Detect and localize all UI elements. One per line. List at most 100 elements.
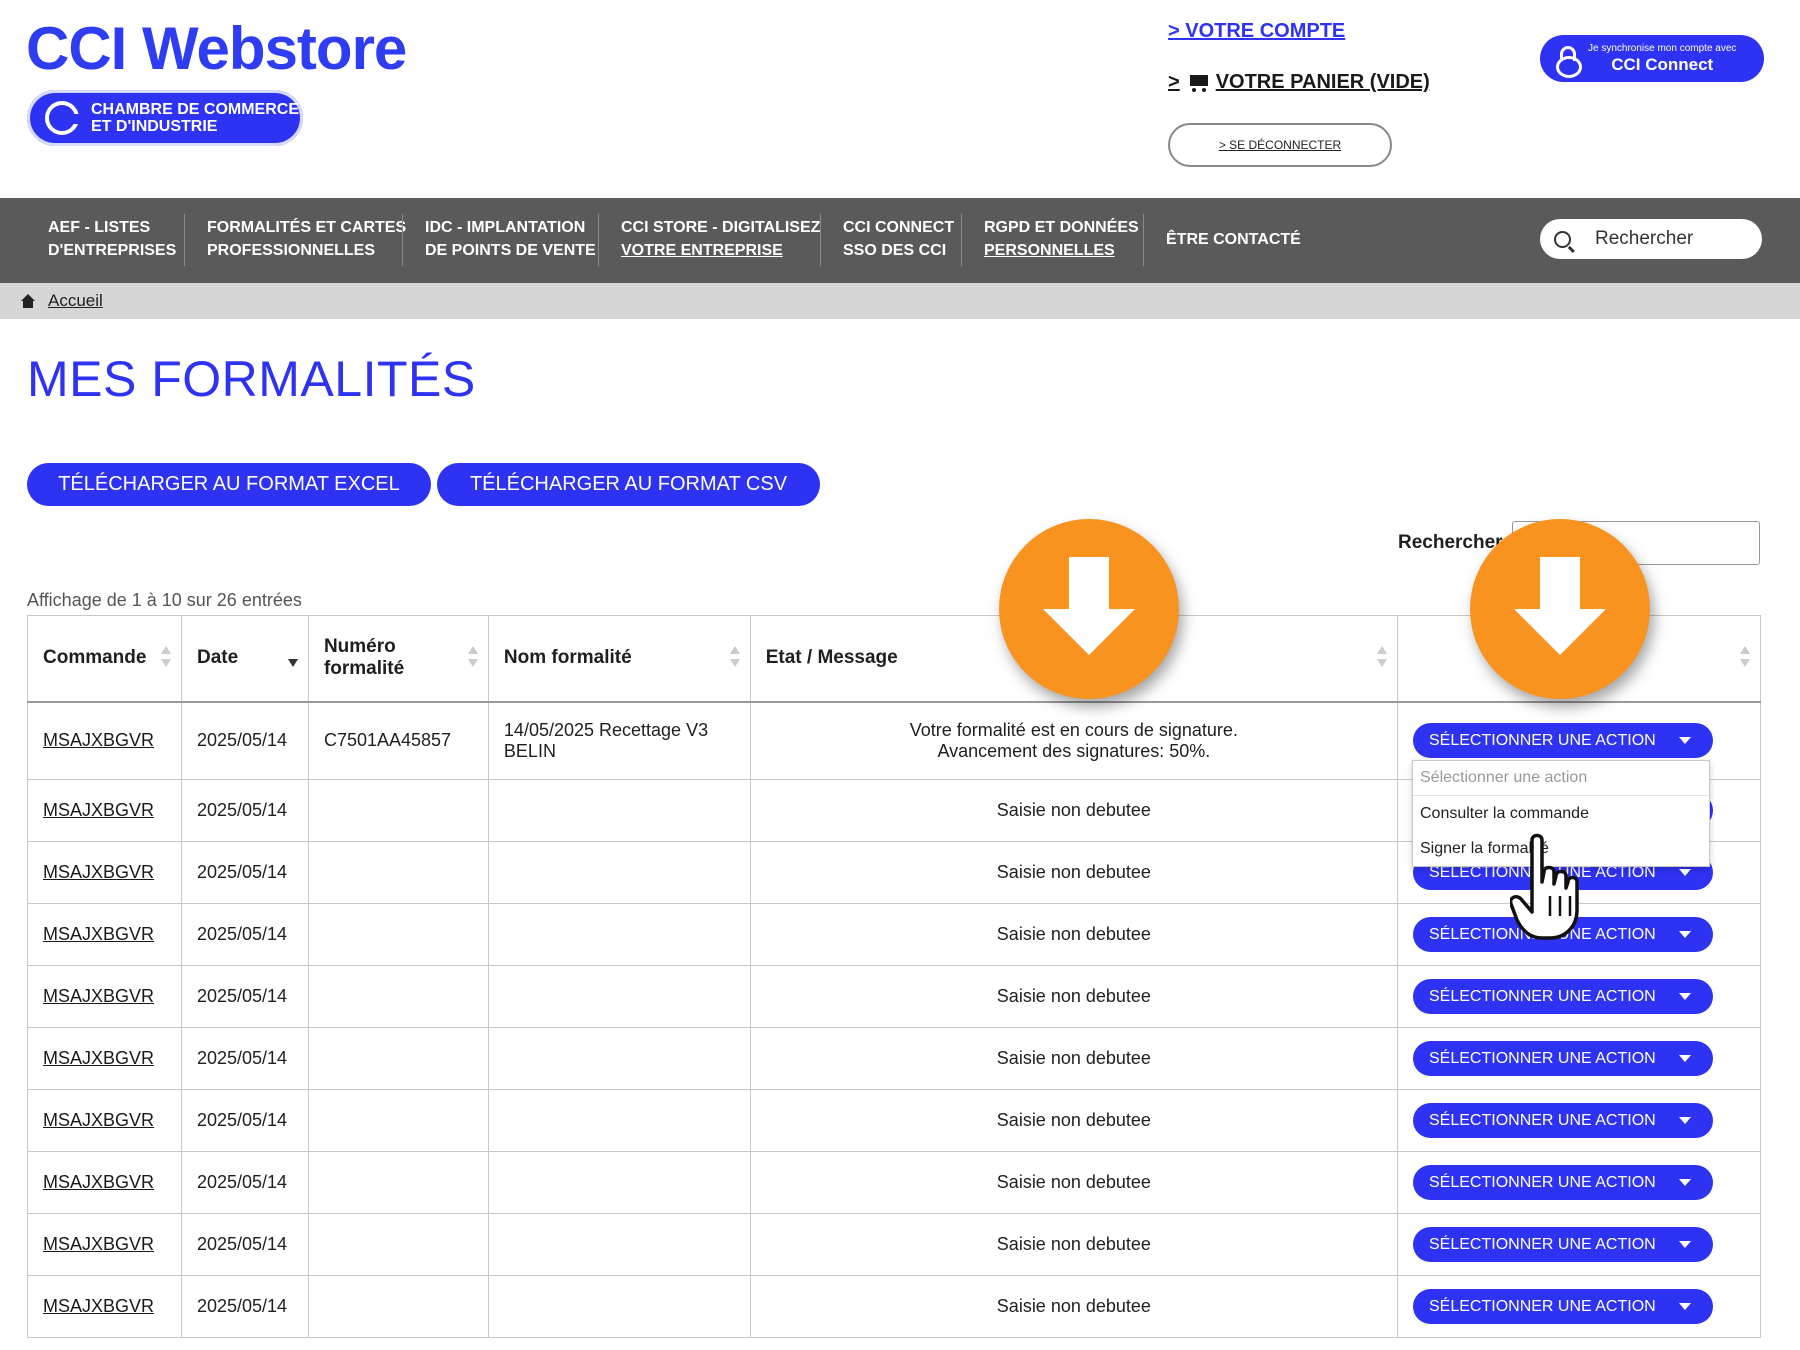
etat-line: Votre formalité est en cours de signatur… [909, 719, 1238, 740]
arrow-shaft [1540, 557, 1580, 613]
caret-down-icon [1679, 1179, 1691, 1186]
nav-item-label: ÊTRE CONTACTÉ [1166, 231, 1301, 248]
numero-cell [307, 841, 489, 904]
dropdown-option-consulter[interactable]: Consulter la commande [1413, 796, 1709, 831]
logout-button[interactable]: > SE DÉCONNECTER [1168, 123, 1392, 167]
etat-cell: Saisie non debutee [749, 1275, 1399, 1338]
nom-cell [487, 779, 751, 842]
nav-item-label: DE POINTS DE VENTE [425, 242, 596, 259]
header-label: Numéro [323, 636, 396, 658]
table-row: MSAJXBGVR 2025/05/14 Saisie non debutee … [27, 903, 1761, 966]
badge-line-1: CHAMBRE DE COMMERCE [91, 101, 299, 118]
nav-separator [820, 214, 821, 266]
numero-cell [307, 903, 489, 966]
caret-down-icon [1679, 869, 1691, 876]
commande-link[interactable]: MSAJXBGVR [43, 1296, 154, 1316]
nom-cell [487, 841, 751, 904]
etat-line: Avancement des signatures: 50%. [937, 740, 1211, 761]
numero-cell [307, 1275, 489, 1338]
date-cell: 2025/05/14 [180, 1027, 309, 1090]
nav-item-label: SSO DES CCI [843, 242, 947, 259]
search-icon[interactable] [1554, 230, 1571, 248]
commande-link[interactable]: MSAJXBGVR [43, 730, 154, 750]
caret-down-icon [1679, 1055, 1691, 1062]
nav-item-cci-connect[interactable]: CCI CONNECT SSO DES CCI [843, 216, 954, 262]
cci-logo-icon [45, 101, 81, 135]
nom-line: BELIN [503, 740, 556, 761]
nav-item-rgpd[interactable]: RGPD ET DONNÉES PERSONNELLES [984, 216, 1139, 262]
nav-item-cci-store[interactable]: CCI STORE - DIGITALISEZ VOTRE ENTREPRISE [621, 216, 820, 262]
cci-connect-text: Je synchronise mon compte avec CCI Conne… [1588, 43, 1736, 75]
select-action-button[interactable]: SÉLECTIONNER UNE ACTION [1413, 979, 1713, 1014]
select-action-button[interactable]: SÉLECTIONNER UNE ACTION [1413, 1103, 1713, 1138]
site-logo-title[interactable]: CCI Webstore [26, 14, 407, 83]
etat-cell: Saisie non debutee [749, 903, 1399, 966]
nom-cell [487, 1213, 751, 1276]
header-commande[interactable]: Commande [27, 615, 182, 702]
commande-link[interactable]: MSAJXBGVR [43, 986, 154, 1006]
table-row: MSAJXBGVR 2025/05/14 Saisie non debutee … [27, 1275, 1761, 1338]
select-action-button[interactable]: SÉLECTIONNER UNE ACTION [1413, 1165, 1713, 1200]
nav-item-label: FORMALITÉS ET CARTES [207, 219, 407, 236]
commande-link[interactable]: MSAJXBGVR [43, 1048, 154, 1068]
nav-item-label: AEF - LISTES [48, 219, 151, 236]
table-row: MSAJXBGVR 2025/05/14 Saisie non debutee … [27, 1089, 1761, 1152]
header-nom[interactable]: Nom formalité [487, 615, 751, 702]
select-action-button[interactable]: SÉLECTIONNER UNE ACTION [1413, 1227, 1713, 1262]
date-cell: 2025/05/14 [180, 701, 309, 780]
cart-prefix: > [1168, 71, 1180, 93]
download-csv-button[interactable]: TÉLÉCHARGER AU FORMAT CSV [437, 463, 820, 506]
nav-search-box[interactable]: Rechercher [1540, 219, 1762, 259]
download-excel-button[interactable]: TÉLÉCHARGER AU FORMAT EXCEL [27, 463, 431, 506]
numero-cell: C7501AA45857 [307, 701, 489, 780]
commande-link[interactable]: MSAJXBGVR [43, 1172, 154, 1192]
cci-connect-button[interactable]: Je synchronise mon compte avec CCI Conne… [1540, 35, 1764, 82]
sort-icon [160, 646, 171, 670]
cci-badge-logo[interactable]: CHAMBRE DE COMMERCE ET D'INDUSTRIE [27, 90, 303, 146]
page-title: MES FORMALITÉS [27, 351, 476, 407]
nav-item-label: RGPD ET DONNÉES [984, 219, 1139, 236]
nav-item-idc[interactable]: IDC - IMPLANTATION DE POINTS DE VENTE [425, 216, 596, 262]
table-row: MSAJXBGVR 2025/05/14 Saisie non debutee … [27, 1027, 1761, 1090]
breadcrumb-home-link[interactable]: Accueil [48, 291, 103, 311]
nom-cell [487, 1089, 751, 1152]
table-row: MSAJXBGVR 2025/05/14 Saisie non debutee … [27, 1213, 1761, 1276]
select-action-button[interactable]: SÉLECTIONNER UNE ACTION [1413, 1289, 1713, 1324]
caret-down-icon [1679, 993, 1691, 1000]
table-row: MSAJXBGVR 2025/05/14 Saisie non debutee … [27, 1151, 1761, 1214]
action-label: SÉLECTIONNER UNE ACTION [1429, 1297, 1656, 1315]
nom-cell: 14/05/2025 Recettage V3 BELIN [487, 701, 751, 780]
date-cell: 2025/05/14 [180, 779, 309, 842]
commande-link[interactable]: MSAJXBGVR [43, 862, 154, 882]
cart-label: VOTRE PANIER (VIDE) [1215, 71, 1430, 93]
numero-cell [307, 1089, 489, 1152]
etat-cell: Saisie non debutee [749, 1089, 1399, 1152]
commande-link[interactable]: MSAJXBGVR [43, 800, 154, 820]
header-numero[interactable]: Numéro formalité [307, 615, 489, 702]
nav-item-contact[interactable]: ÊTRE CONTACTÉ [1166, 228, 1301, 251]
nav-item-label: CCI STORE - DIGITALISEZ [621, 219, 821, 236]
numero-cell [307, 1151, 489, 1214]
nav-item-label: PROFESSIONNELLES [207, 242, 376, 259]
nav-separator [184, 214, 185, 266]
action-label: SÉLECTIONNER UNE ACTION [1429, 1049, 1656, 1067]
nav-item-aef[interactable]: AEF - LISTES D'ENTREPRISES [48, 216, 176, 262]
commande-link[interactable]: MSAJXBGVR [43, 1110, 154, 1130]
select-action-button[interactable]: SÉLECTIONNER UNE ACTION [1413, 723, 1713, 759]
nom-cell [487, 903, 751, 966]
arrow-head [1043, 609, 1135, 655]
nav-item-formalites[interactable]: FORMALITÉS ET CARTES PROFESSIONNELLES [207, 216, 406, 262]
action-label: SÉLECTIONNER UNE ACTION [1429, 1111, 1656, 1129]
account-link[interactable]: > VOTRE COMPTE [1168, 20, 1345, 43]
commande-link[interactable]: MSAJXBGVR [43, 924, 154, 944]
cart-link[interactable]: > VOTRE PANIER (VIDE) [1168, 71, 1430, 94]
select-action-button[interactable]: SÉLECTIONNER UNE ACTION [1413, 1041, 1713, 1076]
date-cell: 2025/05/14 [180, 965, 309, 1028]
hand-pointer-icon [1510, 833, 1579, 940]
numero-cell [307, 779, 489, 842]
sort-icon [467, 646, 478, 670]
header-date[interactable]: Date [180, 615, 309, 702]
nav-item-label: CCI CONNECT [843, 219, 955, 236]
commande-link[interactable]: MSAJXBGVR [43, 1234, 154, 1254]
dropdown-option-placeholder[interactable]: Sélectionner une action [1413, 761, 1709, 796]
